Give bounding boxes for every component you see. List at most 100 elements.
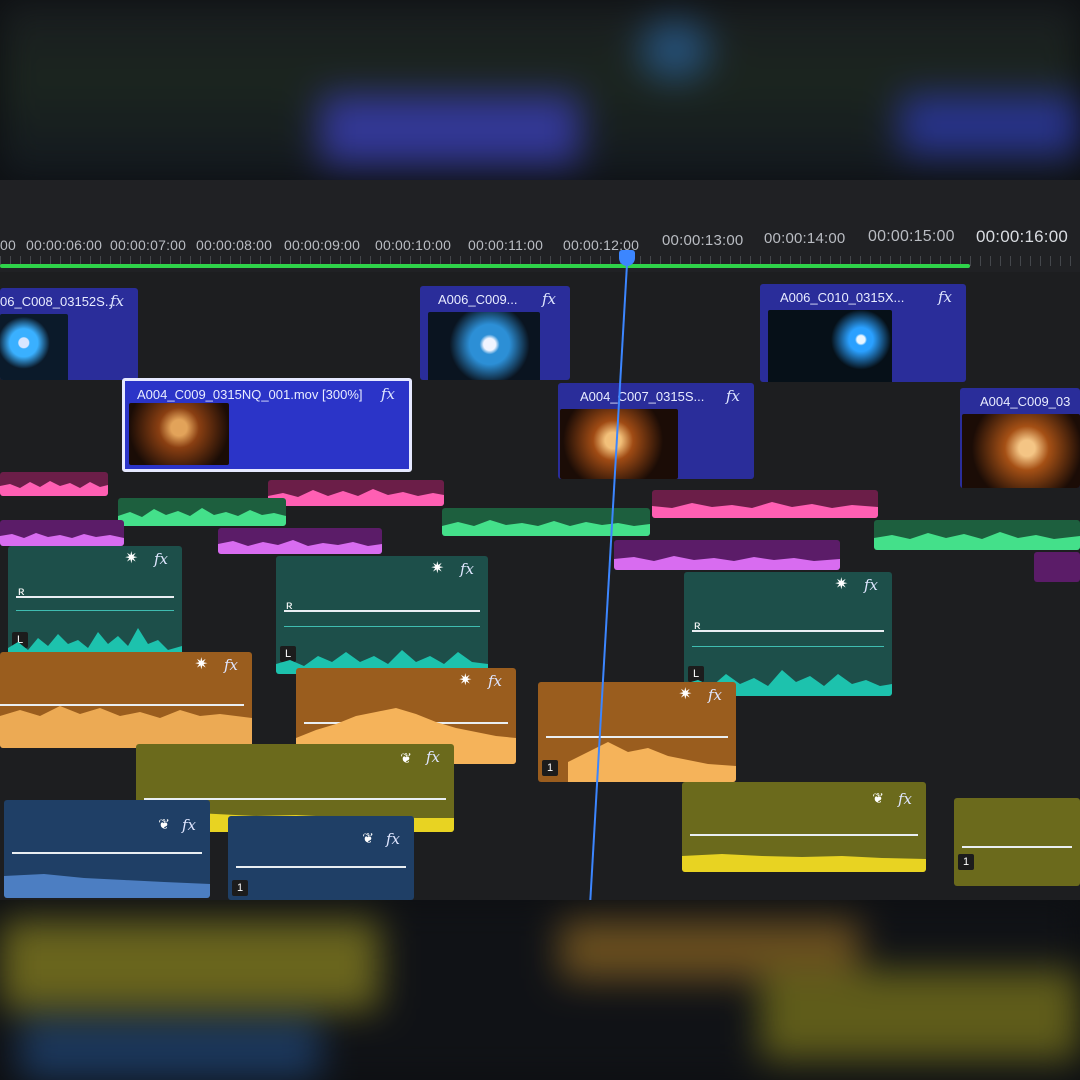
ruler-label: 00:00:13:00 xyxy=(662,232,744,249)
fx-icon[interactable]: fx xyxy=(386,830,400,848)
sparkle-icon[interactable]: ✷ xyxy=(125,548,138,568)
video-clip[interactable]: 06_C008_03152S... fx xyxy=(0,288,138,380)
audio-waveform xyxy=(874,532,1080,550)
fx-icon[interactable]: fx xyxy=(938,288,952,306)
audio-waveform xyxy=(568,742,736,782)
clip-thumbnail xyxy=(0,314,68,380)
audio-waveform xyxy=(0,706,252,748)
audio-waveform xyxy=(218,540,382,554)
blurred-clip xyxy=(320,95,580,165)
volume-rubberband[interactable] xyxy=(16,596,174,598)
audio-waveform xyxy=(0,533,124,546)
video-clip-selected[interactable]: A004_C009_0315NQ_001.mov [300%] fx xyxy=(122,378,412,472)
clip-name: A006_C010_0315X... xyxy=(780,290,905,305)
audio-waveform xyxy=(682,854,926,872)
leaf-icon[interactable]: ❦ xyxy=(400,750,412,767)
fx-icon[interactable]: fx xyxy=(110,292,124,310)
audio-clip[interactable]: ❦ fx 1 xyxy=(228,816,414,900)
audio-clip[interactable]: ❦ fx xyxy=(4,800,210,898)
audio-clip[interactable]: ✷ fx ʀ L xyxy=(276,556,488,674)
video-clip[interactable]: A006_C009... fx xyxy=(420,286,570,380)
audio-waveform xyxy=(4,874,210,898)
fx-icon[interactable]: fx xyxy=(224,656,238,674)
sparkle-icon[interactable]: ✷ xyxy=(459,670,472,690)
fx-icon[interactable]: fx xyxy=(708,686,722,704)
audio-waveform xyxy=(118,508,286,526)
timeline-panel[interactable]: 00 00:00:06:00 00:00:07:00 00:00:08:00 0… xyxy=(0,180,1080,900)
audio-clip[interactable]: ✷ fx ʀ L xyxy=(8,546,182,660)
channel-line xyxy=(284,626,480,627)
timeline-stage: 00 00:00:06:00 00:00:07:00 00:00:08:00 0… xyxy=(0,180,1080,900)
audio-clip[interactable] xyxy=(442,508,650,536)
ruler-label: 00:00:09:00 xyxy=(284,237,361,253)
volume-rubberband[interactable] xyxy=(962,846,1072,848)
fx-icon[interactable]: fx xyxy=(864,576,878,594)
sparkle-icon[interactable]: ✷ xyxy=(431,558,444,578)
volume-rubberband[interactable] xyxy=(690,834,918,836)
audio-clip[interactable] xyxy=(0,520,124,546)
leaf-icon[interactable]: ❦ xyxy=(158,816,170,833)
video-clip[interactable]: A006_C010_0315X... fx xyxy=(760,284,966,382)
video-clip[interactable]: A004_C007_0315S... fx xyxy=(558,383,754,479)
ruler-label: 00:00:15:00 xyxy=(868,228,955,245)
clip-thumbnail xyxy=(428,312,540,380)
fx-icon[interactable]: fx xyxy=(726,387,740,405)
audio-clip[interactable]: ✷ fx ʀ L xyxy=(684,572,892,696)
channel-badge: 1 xyxy=(232,880,248,896)
volume-rubberband[interactable] xyxy=(236,866,406,868)
volume-rubberband[interactable] xyxy=(692,630,884,632)
clip-name: A006_C009... xyxy=(438,292,518,307)
leaf-icon[interactable]: ❦ xyxy=(872,790,884,807)
audio-clip[interactable]: 1 xyxy=(954,798,1080,886)
clip-name: A004_C009_03 xyxy=(980,394,1071,409)
audio-clip[interactable]: ✷ fx 1 xyxy=(538,682,736,782)
blurred-background-top xyxy=(0,0,1080,180)
blurred-clip xyxy=(900,95,1080,155)
channel-line xyxy=(692,646,884,647)
ruler-label: 00:00:16:00 xyxy=(976,227,1069,246)
clip-thumbnail xyxy=(962,414,1080,488)
audio-clip[interactable]: ❦ fx xyxy=(682,782,926,872)
fx-icon[interactable]: fx xyxy=(426,748,440,766)
blurred-background-bottom xyxy=(0,900,1080,1080)
leaf-icon[interactable]: ❦ xyxy=(362,830,374,847)
playhead-line[interactable] xyxy=(589,264,628,900)
audio-clip[interactable] xyxy=(0,472,108,496)
audio-clip[interactable] xyxy=(218,528,382,554)
fx-icon[interactable]: fx xyxy=(488,672,502,690)
audio-clip[interactable] xyxy=(874,520,1080,550)
ruler-label: 00 xyxy=(0,237,16,253)
ruler-label: 00:00:07:00 xyxy=(110,237,187,253)
audio-clip[interactable] xyxy=(118,498,286,526)
blurred-clip xyxy=(760,970,1080,1060)
clip-thumbnail xyxy=(768,310,892,382)
audio-clip[interactable] xyxy=(1034,552,1080,582)
audio-waveform xyxy=(614,556,840,570)
audio-clip[interactable] xyxy=(652,490,878,518)
audio-clip[interactable] xyxy=(614,540,840,570)
ruler-label: 00:00:06:00 xyxy=(26,237,103,253)
fx-icon[interactable]: fx xyxy=(182,816,196,834)
ruler-label: 00:00:14:00 xyxy=(764,230,846,247)
sparkle-icon[interactable]: ✷ xyxy=(835,574,848,594)
fx-icon[interactable]: fx xyxy=(381,385,395,403)
fx-icon[interactable]: fx xyxy=(460,560,474,578)
clip-name: A004_C009_0315NQ_001.mov [300%] xyxy=(137,387,363,402)
sparkle-icon[interactable]: ✷ xyxy=(679,684,692,704)
time-ruler[interactable]: 00 00:00:06:00 00:00:07:00 00:00:08:00 0… xyxy=(0,180,1080,272)
volume-rubberband[interactable] xyxy=(12,852,202,854)
work-area-bar[interactable] xyxy=(0,264,970,268)
audio-clip[interactable] xyxy=(268,480,444,506)
volume-rubberband[interactable] xyxy=(284,610,480,612)
audio-clip[interactable]: ✷ fx xyxy=(0,652,252,748)
ruler-label: 00:00:10:00 xyxy=(375,237,452,253)
audio-waveform xyxy=(652,502,878,518)
blurred-clip xyxy=(20,1020,320,1080)
channel-badge: 1 xyxy=(958,854,974,870)
fx-icon[interactable]: fx xyxy=(542,290,556,308)
fx-icon[interactable]: fx xyxy=(898,790,912,808)
sparkle-icon[interactable]: ✷ xyxy=(195,654,208,674)
blurred-clip xyxy=(0,920,380,1010)
video-clip[interactable]: A004_C009_03 xyxy=(960,388,1080,488)
fx-icon[interactable]: fx xyxy=(154,550,168,568)
